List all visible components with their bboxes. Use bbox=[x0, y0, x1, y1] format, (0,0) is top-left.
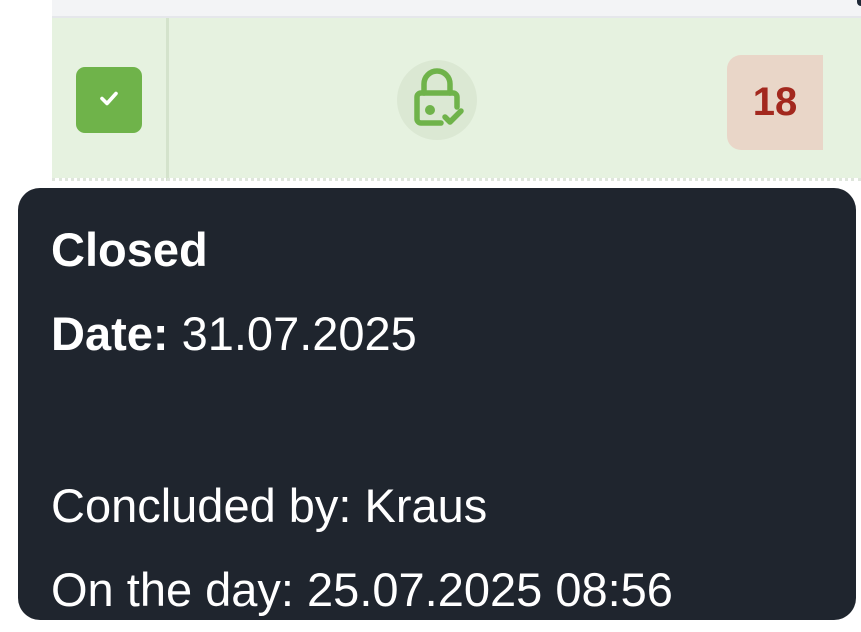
lock-check-icon bbox=[405, 63, 469, 138]
row-checkbox[interactable] bbox=[76, 67, 142, 133]
tooltip-date-value: 31.07.2025 bbox=[181, 307, 417, 360]
tooltip-concluded-by: Concluded by: Kraus bbox=[51, 479, 488, 532]
table-header-strip bbox=[52, 0, 861, 18]
tooltip-concluded-on: On the day: 25.07.2025 08:56 bbox=[51, 563, 673, 616]
status-tooltip: Closed Date: 31.07.2025 Concluded by: Kr… bbox=[18, 188, 856, 620]
tooltip-status: Closed bbox=[51, 223, 208, 276]
column-divider bbox=[166, 18, 169, 183]
tooltip-date-line: Date: 31.07.2025 bbox=[51, 292, 856, 376]
count-badge: 18 bbox=[727, 55, 823, 150]
check-icon bbox=[94, 83, 124, 118]
lock-status[interactable] bbox=[397, 60, 477, 140]
corner-mark bbox=[857, 0, 861, 6]
tooltip-spacer bbox=[51, 376, 856, 464]
tooltip-date-label: Date: bbox=[51, 307, 169, 360]
